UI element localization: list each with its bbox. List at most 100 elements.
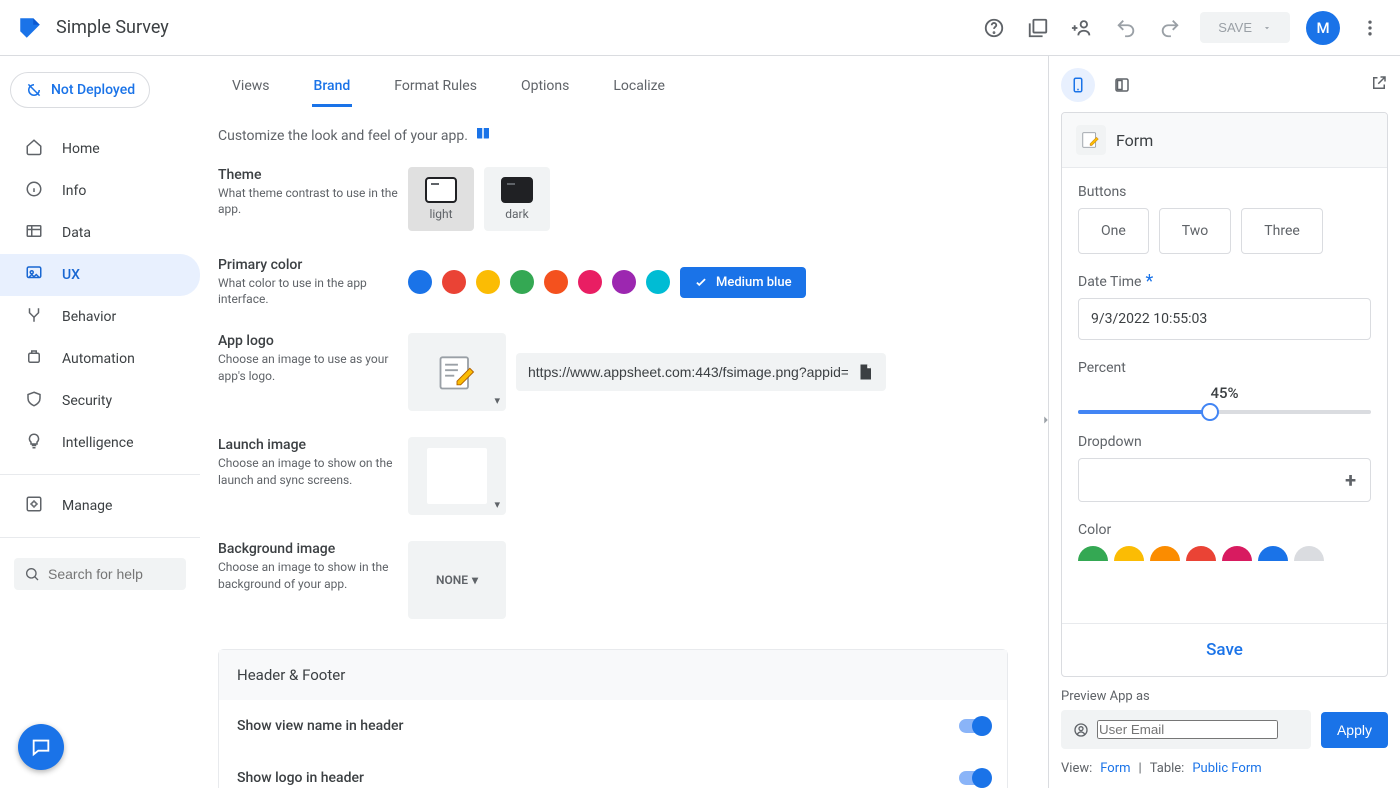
chat-fab[interactable] — [18, 724, 64, 770]
preview-email-input[interactable] — [1097, 720, 1278, 739]
help-icon[interactable] — [980, 14, 1008, 42]
deploy-status-button[interactable]: Not Deployed — [10, 72, 150, 108]
preview-pane: Form Buttons OneTwoThree Date Time* 9/3/… — [1048, 56, 1400, 788]
sidebar-item-ux[interactable]: UX — [0, 254, 200, 296]
setting-title-background-image: Background image — [218, 541, 408, 557]
top-bar: Simple Survey SAVE M — [0, 0, 1400, 56]
color-semi[interactable] — [1078, 546, 1108, 561]
field-label-percent: Percent — [1078, 360, 1371, 376]
automation-icon — [24, 348, 44, 370]
save-button-top[interactable]: SAVE — [1200, 12, 1290, 43]
toggle-label-view-name: Show view name in header — [237, 718, 403, 734]
sidebar-item-behavior[interactable]: Behavior — [0, 296, 200, 338]
sidebar: Not Deployed Home Info Data UX Behavior … — [0, 56, 200, 788]
device-tablet-button[interactable] — [1105, 68, 1139, 102]
percent-slider[interactable]: 45% — [1078, 384, 1371, 414]
color-semi[interactable] — [1114, 546, 1144, 561]
search-help-box[interactable] — [14, 558, 186, 590]
form-save-button[interactable]: Save — [1206, 640, 1243, 660]
theme-dark-card[interactable]: dark — [484, 167, 550, 231]
segment-button[interactable]: Two — [1159, 208, 1231, 254]
tab-options[interactable]: Options — [519, 68, 571, 107]
pencil-note-icon — [1080, 129, 1102, 151]
color-dot[interactable] — [442, 270, 466, 294]
light-swatch-icon — [425, 177, 457, 203]
datetime-input[interactable]: 9/3/2022 10:55:03 — [1078, 298, 1371, 340]
color-semi[interactable] — [1150, 546, 1180, 561]
segment-button[interactable]: Three — [1241, 208, 1323, 254]
toggle-logo[interactable] — [959, 771, 989, 785]
tab-views[interactable]: Views — [230, 68, 272, 107]
sidebar-item-info[interactable]: Info — [0, 170, 200, 212]
add-user-icon[interactable] — [1068, 14, 1096, 42]
preview-email-field[interactable] — [1061, 710, 1311, 749]
header-footer-section: Header & Footer Show view name in header… — [218, 649, 1008, 788]
setting-desc-launch-image: Choose an image to show on the launch an… — [218, 455, 408, 487]
tab-localize[interactable]: Localize — [611, 68, 667, 107]
sidebar-item-manage[interactable]: Manage — [0, 485, 200, 527]
color-dot[interactable] — [408, 270, 432, 294]
device-phone-button[interactable] — [1061, 68, 1095, 102]
redo-icon[interactable] — [1156, 14, 1184, 42]
dropdown-input[interactable]: + — [1078, 458, 1371, 502]
manage-icon — [24, 495, 44, 517]
file-icon[interactable] — [856, 363, 874, 381]
color-dot[interactable] — [646, 270, 670, 294]
setting-title-primary-color: Primary color — [218, 257, 408, 273]
avatar[interactable]: M — [1306, 11, 1340, 45]
tab-brand[interactable]: Brand — [312, 68, 353, 107]
setting-desc-theme: What theme contrast to use in the app. — [218, 185, 408, 217]
globe-user-icon — [1073, 722, 1089, 738]
caret-icon: ▾ — [472, 573, 478, 587]
app-logo-url-input[interactable] — [528, 364, 848, 380]
sidebar-item-label: UX — [62, 267, 80, 283]
info-icon — [24, 180, 44, 202]
book-icon[interactable] — [474, 125, 492, 147]
field-label-dropdown: Dropdown — [1078, 434, 1371, 450]
sidebar-item-label: Automation — [62, 351, 135, 367]
setting-title-launch-image: Launch image — [218, 437, 408, 453]
sidebar-item-automation[interactable]: Automation — [0, 338, 200, 380]
page-description: Customize the look and feel of your app. — [218, 125, 1008, 147]
search-icon — [24, 566, 40, 582]
app-logo-url-field[interactable] — [516, 353, 886, 391]
segment-button[interactable]: One — [1078, 208, 1149, 254]
ux-icon — [24, 264, 44, 286]
phone-icon — [1069, 76, 1087, 94]
launch-image-preview[interactable]: ▾ — [408, 437, 506, 515]
tab-format-rules[interactable]: Format Rules — [392, 68, 479, 107]
color-picker-row[interactable] — [1078, 546, 1371, 561]
color-dot[interactable] — [476, 270, 500, 294]
subsection-title: Header & Footer — [219, 650, 1007, 700]
sidebar-item-label: Info — [62, 183, 86, 199]
sidebar-item-data[interactable]: Data — [0, 212, 200, 254]
meta-table-link[interactable]: Public Form — [1192, 761, 1261, 776]
color-semi[interactable] — [1222, 546, 1252, 561]
background-image-preview[interactable]: NONE ▾ — [408, 541, 506, 619]
meta-view-link[interactable]: Form — [1100, 761, 1130, 776]
phone-header: Form — [1062, 113, 1387, 168]
color-dot[interactable] — [544, 270, 568, 294]
sidebar-item-security[interactable]: Security — [0, 380, 200, 422]
apply-button[interactable]: Apply — [1321, 712, 1388, 748]
color-semi[interactable] — [1258, 546, 1288, 561]
kebab-icon[interactable] — [1356, 14, 1384, 42]
color-dot[interactable] — [612, 270, 636, 294]
color-dot[interactable] — [510, 270, 534, 294]
primary-color-badge[interactable]: Medium blue — [680, 267, 806, 298]
popout-icon[interactable] — [1370, 74, 1388, 96]
library-icon[interactable] — [1024, 14, 1052, 42]
theme-light-card[interactable]: light — [408, 167, 474, 231]
app-logo-preview[interactable]: ▾ — [408, 333, 506, 411]
color-dot[interactable] — [578, 270, 602, 294]
blank-image-icon — [427, 448, 487, 504]
sidebar-item-intelligence[interactable]: Intelligence — [0, 422, 200, 464]
sidebar-item-home[interactable]: Home — [0, 128, 200, 170]
color-semi[interactable] — [1186, 546, 1216, 561]
toggle-view-name[interactable] — [959, 719, 989, 733]
collapse-preview-icon[interactable] — [1039, 413, 1053, 431]
phone-header-title: Form — [1116, 131, 1153, 150]
undo-icon[interactable] — [1112, 14, 1140, 42]
primary-color-dots: Medium blue — [408, 257, 1008, 307]
color-semi[interactable] — [1294, 546, 1324, 561]
